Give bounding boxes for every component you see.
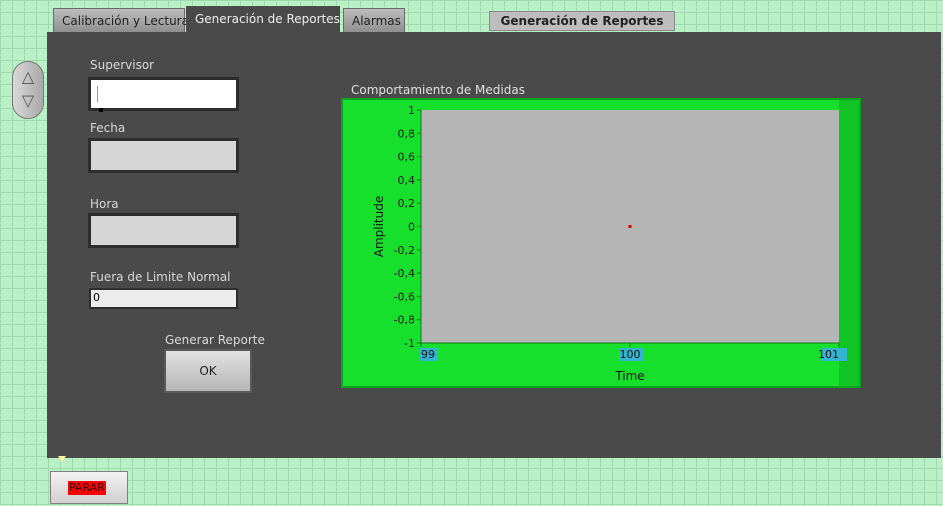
x-tick-label: 100: [620, 348, 641, 361]
x-tick-label: 99: [421, 348, 435, 361]
generar-reporte-label: Generar Reporte: [165, 333, 265, 347]
cursor-marker-icon: [99, 108, 103, 112]
parar-label: PARAR: [68, 481, 106, 495]
text-cursor: [97, 86, 98, 102]
y-tick-label: -0,6: [394, 290, 415, 303]
y-tick-label: -0,2: [394, 244, 415, 257]
y-tick-label: 1: [408, 104, 415, 117]
y-tick-label: -0,4: [394, 267, 415, 280]
y-tick-label: 0,8: [398, 127, 416, 140]
fecha-field[interactable]: [88, 138, 239, 173]
up-arrow-icon[interactable]: △: [18, 66, 38, 88]
y-tick-label: 0: [408, 221, 415, 234]
chart: 1 0,8 0,6 0,4 0,2 0 -0,2 -0,4 -0,6 -0,8 -1 99 100 101…: [372, 100, 859, 386]
x-tick-label: 101: [818, 348, 839, 361]
parar-button[interactable]: PARAR: [50, 471, 128, 504]
page-scroll-arrows[interactable]: △ ▽: [12, 61, 44, 119]
data-point: [628, 225, 632, 228]
y-tick-label: 0,4: [398, 174, 416, 187]
triangle-marker-icon: [58, 456, 66, 462]
ok-button[interactable]: OK: [164, 349, 252, 393]
hora-label: Hora: [90, 197, 119, 211]
hora-field[interactable]: [88, 213, 239, 248]
y-tick-label: 0,2: [398, 197, 416, 210]
y-tick-label: -0,8: [394, 314, 415, 327]
tab-alarmas[interactable]: Alarmas: [343, 8, 405, 32]
chart-title: Comportamiento de Medidas: [351, 83, 525, 97]
down-arrow-icon[interactable]: ▽: [18, 90, 38, 112]
supervisor-input[interactable]: [88, 77, 239, 112]
y-tick-label: 0,6: [398, 151, 416, 164]
chart-frame-edge: [839, 100, 859, 386]
tab-generacion-reportes[interactable]: Generación de Reportes: [186, 6, 340, 34]
fuera-limite-label: Fuera de Limite Normal: [90, 270, 231, 284]
supervisor-label: Supervisor: [90, 58, 155, 72]
header-title: Generación de Reportes: [489, 11, 675, 31]
y-axis-label: Amplitude: [372, 196, 386, 258]
fecha-label: Fecha: [90, 121, 126, 135]
fuera-limite-field: 0: [89, 288, 238, 309]
tab-calibracion[interactable]: Calibración y Lectura: [53, 8, 189, 32]
x-axis-label: Time: [614, 369, 644, 383]
chart-frame: 1 0,8 0,6 0,4 0,2 0 -0,2 -0,4 -0,6 -0,8 -1 99 100 101…: [341, 98, 861, 388]
y-tick-label: -1: [404, 337, 415, 350]
